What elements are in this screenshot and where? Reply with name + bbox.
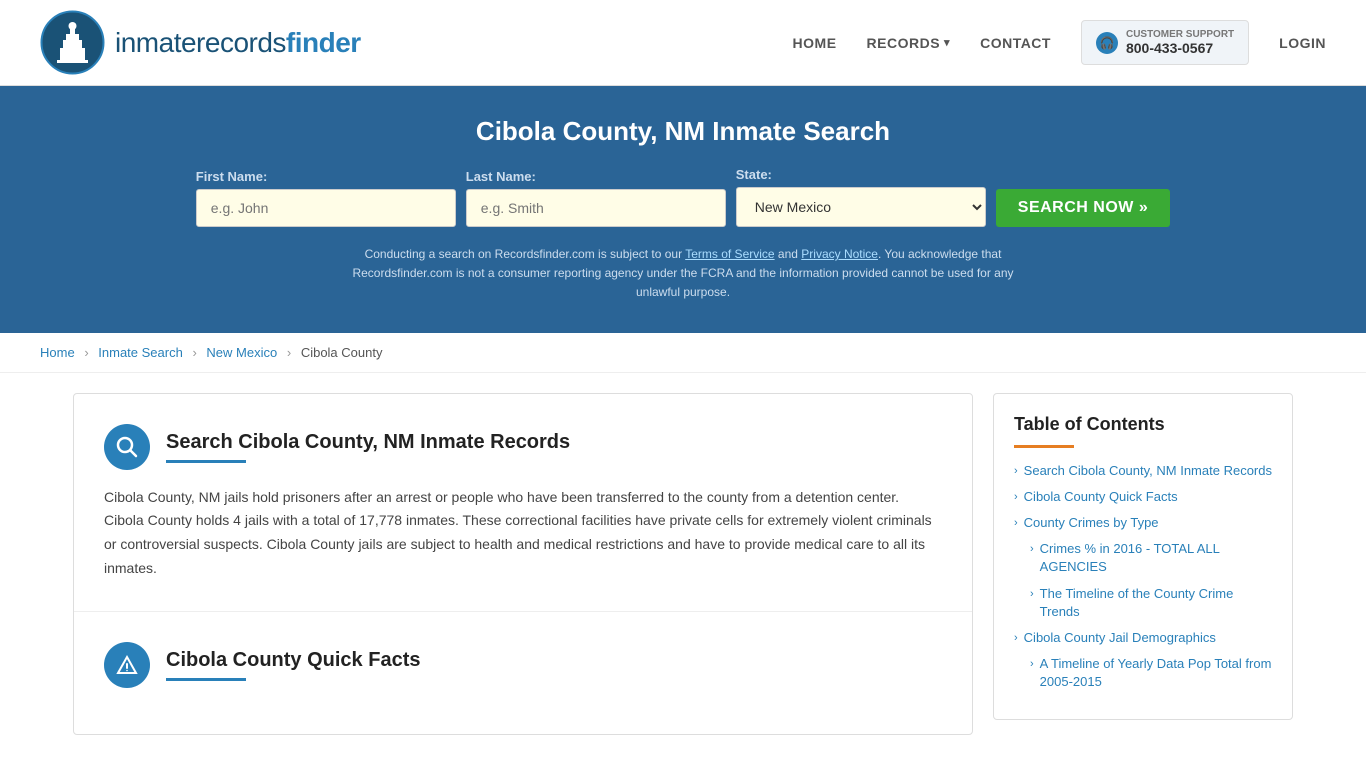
toc-link-label: Search Cibola County, NM Inmate Records [1024,462,1272,480]
state-group: State: AlabamaAlaskaArizonaArkansasCalif… [736,167,986,227]
chevron-right-icon: › [1014,516,1018,531]
alert-icon [104,642,150,688]
support-number: 800-433-0567 [1126,40,1234,56]
customer-support[interactable]: 🎧 CUSTOMER SUPPORT 800-433-0567 [1081,20,1249,65]
toc-link-label: Cibola County Jail Demographics [1024,629,1216,647]
chevron-right-icon: › [1030,587,1034,602]
privacy-link[interactable]: Privacy Notice [801,247,878,261]
breadcrumb-new-mexico[interactable]: New Mexico [206,345,277,360]
tos-link[interactable]: Terms of Service [685,247,774,261]
nav-records[interactable]: RECORDS ▾ [867,35,951,51]
section1-header: Search Cibola County, NM Inmate Records [104,424,942,470]
toc-underline [1014,445,1074,448]
toc-item: › Search Cibola County, NM Inmate Records [1014,462,1272,480]
chevron-right-icon: › [1030,542,1034,557]
toc-link[interactable]: › County Crimes by Type [1014,514,1272,532]
toc-item: › Crimes % in 2016 - TOTAL ALL AGENCIES [1014,540,1272,576]
section2-underline [166,678,246,681]
hero-section: Cibola County, NM Inmate Search First Na… [0,86,1366,333]
breadcrumb-current: Cibola County [301,345,383,360]
content-left: Search Cibola County, NM Inmate Records … [73,393,973,735]
chevron-right-icon: › [1014,464,1018,479]
section2-title-area: Cibola County Quick Facts [166,649,420,681]
toc-item: › The Timeline of the County Crime Trends [1014,585,1272,621]
toc-link-label: Cibola County Quick Facts [1024,488,1178,506]
section1-underline [166,460,246,463]
section1-title: Search Cibola County, NM Inmate Records [166,431,570,454]
main-content: Search Cibola County, NM Inmate Records … [43,393,1323,735]
section2-header: Cibola County Quick Facts [104,642,942,688]
chevron-right-icon: › [1030,657,1034,672]
search-icon [104,424,150,470]
toc-item: › Cibola County Jail Demographics [1014,629,1272,647]
toc-item: › Cibola County Quick Facts [1014,488,1272,506]
toc-list: › Search Cibola County, NM Inmate Records… [1014,462,1272,692]
toc-link[interactable]: › The Timeline of the County Crime Trends [1030,585,1272,621]
page-title: Cibola County, NM Inmate Search [40,116,1326,147]
toc-link-label: The Timeline of the County Crime Trends [1040,585,1272,621]
chevron-right-icon: › [1014,631,1018,646]
headphone-icon: 🎧 [1096,32,1118,54]
first-name-label: First Name: [196,169,268,184]
toc-title: Table of Contents [1014,414,1272,435]
state-label: State: [736,167,772,182]
toc-link-label: A Timeline of Yearly Data Pop Total from… [1040,655,1272,691]
logo[interactable]: inmaterecordsfinder [40,10,361,75]
search-form: First Name: Last Name: State: AlabamaAla… [40,167,1326,227]
nav-login[interactable]: LOGIN [1279,35,1326,51]
toc-link[interactable]: › A Timeline of Yearly Data Pop Total fro… [1030,655,1272,691]
logo-text: inmaterecordsfinder [115,27,361,59]
section1-body: Cibola County, NM jails hold prisoners a… [104,486,942,581]
section-quick-facts: Cibola County Quick Facts [74,612,972,734]
toc-link[interactable]: › Search Cibola County, NM Inmate Records [1014,462,1272,480]
toc-link[interactable]: › Cibola County Jail Demographics [1014,629,1272,647]
main-nav: HOME RECORDS ▾ CONTACT 🎧 CUSTOMER SUPPOR… [793,20,1326,65]
toc-link-label: Crimes % in 2016 - TOTAL ALL AGENCIES [1040,540,1272,576]
section-inmate-records: Search Cibola County, NM Inmate Records … [74,394,972,612]
last-name-label: Last Name: [466,169,536,184]
logo-icon [40,10,105,75]
chevron-right-icon: › [1014,490,1018,505]
site-header: inmaterecordsfinder HOME RECORDS ▾ CONTA… [0,0,1366,86]
sidebar-toc: Table of Contents › Search Cibola County,… [993,393,1293,721]
last-name-group: Last Name: [466,169,726,227]
last-name-input[interactable] [466,189,726,227]
toc-link[interactable]: › Crimes % in 2016 - TOTAL ALL AGENCIES [1030,540,1272,576]
support-info: CUSTOMER SUPPORT 800-433-0567 [1126,29,1234,56]
first-name-group: First Name: [196,169,456,227]
breadcrumb-home[interactable]: Home [40,345,75,360]
toc-link[interactable]: › Cibola County Quick Facts [1014,488,1272,506]
nav-contact[interactable]: CONTACT [980,35,1051,51]
toc-item: › County Crimes by Type [1014,514,1272,532]
toc-link-label: County Crimes by Type [1024,514,1159,532]
toc-item: › A Timeline of Yearly Data Pop Total fro… [1014,655,1272,691]
separator: › [84,345,88,360]
chevron-down-icon: ▾ [944,36,950,49]
separator: › [192,345,196,360]
support-label: CUSTOMER SUPPORT [1126,29,1234,40]
separator: › [287,345,291,360]
section2-title: Cibola County Quick Facts [166,649,420,672]
disclaimer-text: Conducting a search on Recordsfinder.com… [333,245,1033,303]
state-select[interactable]: AlabamaAlaskaArizonaArkansasCaliforniaCo… [736,187,986,227]
nav-home[interactable]: HOME [793,35,837,51]
search-button[interactable]: SEARCH NOW » [996,189,1170,227]
breadcrumb-inmate-search[interactable]: Inmate Search [98,345,183,360]
first-name-input[interactable] [196,189,456,227]
breadcrumb: Home › Inmate Search › New Mexico › Cibo… [0,333,1366,373]
section1-title-area: Search Cibola County, NM Inmate Records [166,431,570,463]
